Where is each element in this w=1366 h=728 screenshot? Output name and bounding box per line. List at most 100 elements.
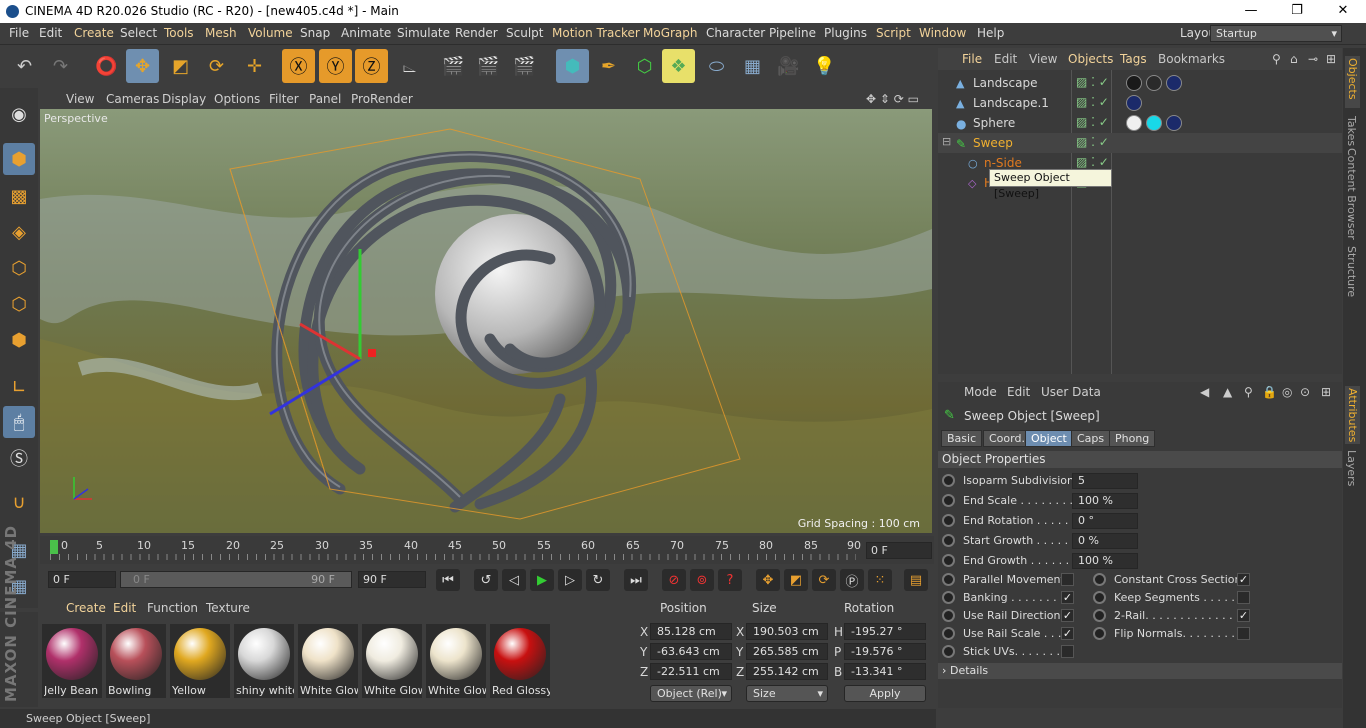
- home-icon[interactable]: ⌂: [1290, 52, 1298, 66]
- menu-plugins[interactable]: Plugins: [824, 26, 867, 40]
- tweak-mode-icon[interactable]: 🖱: [3, 406, 35, 438]
- size-y-field[interactable]: 265.585 cm: [746, 643, 828, 660]
- search-icon[interactable]: ⚲: [1272, 52, 1281, 66]
- current-frame-field[interactable]: 0 F: [866, 542, 932, 559]
- size-mode-select[interactable]: Size ▾: [746, 685, 828, 702]
- visibility-check-icon[interactable]: ▨ ⁚ ✓: [1076, 115, 1109, 129]
- polygons-mode-icon[interactable]: ⬢: [3, 324, 35, 356]
- y-axis-lock-icon[interactable]: Ⓨ: [319, 49, 352, 83]
- tab-content-browser[interactable]: Content Browser: [1345, 148, 1358, 240]
- animate-radio-icon[interactable]: [942, 573, 955, 586]
- animate-radio-icon[interactable]: [1093, 627, 1106, 640]
- material-menu-create[interactable]: Create: [66, 601, 106, 615]
- previous-key-icon[interactable]: ↺: [474, 569, 498, 591]
- axis-mode-icon[interactable]: ∟: [3, 371, 35, 403]
- position-y-field[interactable]: -63.643 cm: [650, 643, 732, 660]
- visibility-check-icon[interactable]: ▨ ⁚ ✓: [1076, 95, 1109, 109]
- material-swatch[interactable]: White Glow: [426, 624, 486, 698]
- redo-icon[interactable]: ↷: [44, 49, 77, 83]
- model-mode-icon[interactable]: ⬢: [3, 143, 35, 175]
- viewport-nav-icon[interactable]: ✥ ⇕ ⟳ ▭: [866, 92, 919, 106]
- parallel-movement-checkbox[interactable]: [1061, 573, 1074, 586]
- objects-menu-file[interactable]: File: [962, 52, 982, 66]
- objects-menu-view[interactable]: View: [1029, 52, 1057, 66]
- size-z-field[interactable]: 255.142 cm: [746, 663, 828, 680]
- lock-icon[interactable]: 🔒: [1262, 385, 1277, 399]
- snapping-icon[interactable]: Ⓢ: [3, 442, 35, 474]
- tab-coord[interactable]: Coord.: [983, 430, 1031, 447]
- go-to-end-icon[interactable]: ⏭: [624, 569, 648, 591]
- position-x-field[interactable]: 85.128 cm: [650, 623, 732, 640]
- end-growth-field[interactable]: 100 %: [1072, 553, 1138, 569]
- menu-snap[interactable]: Snap: [300, 26, 330, 40]
- tab-phong[interactable]: Phong: [1109, 430, 1156, 447]
- start-growth-field[interactable]: 0 %: [1072, 533, 1138, 549]
- tab-takes[interactable]: Takes: [1345, 116, 1358, 146]
- menu-window[interactable]: Window: [919, 26, 966, 40]
- use-rail-scale-checkbox[interactable]: ✓: [1061, 627, 1074, 640]
- z-axis-lock-icon[interactable]: Ⓩ: [355, 49, 388, 83]
- texture-mode-icon[interactable]: ▩: [3, 180, 35, 212]
- floor-icon[interactable]: ▦: [736, 49, 769, 83]
- workplane-icon[interactable]: ◈: [3, 216, 35, 248]
- menu-edit[interactable]: Edit: [39, 26, 62, 40]
- material-tag-icon[interactable]: [1126, 75, 1142, 91]
- menu-mograph[interactable]: MoGraph: [643, 26, 698, 40]
- playhead[interactable]: [50, 540, 58, 554]
- rotate-tool-icon[interactable]: ⟳: [200, 49, 233, 83]
- menu-script[interactable]: Script: [876, 26, 911, 40]
- flip-normals-checkbox[interactable]: [1237, 627, 1250, 640]
- next-frame-icon[interactable]: ▷: [558, 569, 582, 591]
- material-swatch[interactable]: Red Glossy: [490, 624, 550, 698]
- object-row-landscape[interactable]: ▲ Landscape ▨ ⁚ ✓: [938, 73, 1342, 93]
- viewport-menu-display[interactable]: Display: [162, 92, 206, 106]
- position-z-field[interactable]: -22.511 cm: [650, 663, 732, 680]
- cube-icon[interactable]: ⬢: [556, 49, 589, 83]
- points-mode-icon[interactable]: ⬡: [3, 252, 35, 284]
- key-rotation-icon[interactable]: ⟳: [812, 569, 836, 591]
- autokey-icon[interactable]: ⊚: [690, 569, 714, 591]
- attr-menu-mode[interactable]: Mode: [964, 385, 997, 399]
- new-panel-icon[interactable]: ⊞: [1326, 52, 1336, 66]
- object-row-landscape-1[interactable]: ▲ Landscape.1 ▨ ⁚ ✓: [938, 93, 1342, 113]
- material-tag-icon[interactable]: [1146, 75, 1162, 91]
- end-scale-field[interactable]: 100 %: [1072, 493, 1138, 509]
- recent-tool-icon[interactable]: ✛: [238, 49, 271, 83]
- undo-icon[interactable]: ↶: [8, 49, 41, 83]
- edges-mode-icon[interactable]: ⬡: [3, 288, 35, 320]
- objects-menu-bookmarks[interactable]: Bookmarks: [1158, 52, 1225, 66]
- rotation-h-field[interactable]: -195.27 °: [844, 623, 926, 640]
- go-to-start-icon[interactable]: ⏮: [436, 569, 460, 591]
- pen-spline-icon[interactable]: ✒: [592, 49, 625, 83]
- key-point-level-icon[interactable]: ⁙: [868, 569, 892, 591]
- tab-attributes[interactable]: Attributes: [1345, 386, 1360, 444]
- record-active-icon[interactable]: ⊘: [662, 569, 686, 591]
- visibility-check-icon[interactable]: ▨ ⁚ ✓: [1076, 155, 1109, 169]
- attr-menu-user-data[interactable]: User Data: [1041, 385, 1101, 399]
- collapse-icon[interactable]: ⊟: [942, 135, 951, 148]
- minimize-button[interactable]: —: [1228, 0, 1274, 23]
- scale-tool-icon[interactable]: ◩: [164, 49, 197, 83]
- menu-tools[interactable]: Tools: [164, 26, 194, 40]
- make-editable-icon[interactable]: ◉: [3, 98, 35, 130]
- next-key-icon[interactable]: ↻: [586, 569, 610, 591]
- apply-button[interactable]: Apply: [844, 685, 926, 702]
- menu-character[interactable]: Character: [706, 26, 765, 40]
- viewport-menu-cameras[interactable]: Cameras: [106, 92, 159, 106]
- stick-uvs-checkbox[interactable]: [1061, 645, 1074, 658]
- object-row-sphere[interactable]: ● Sphere ▨ ⁚ ✓: [938, 113, 1342, 133]
- material-swatch[interactable]: Jelly Bean 2: [42, 624, 102, 698]
- render-settings-icon[interactable]: 🎬: [508, 49, 541, 83]
- tab-object[interactable]: Object: [1025, 430, 1073, 447]
- use-rail-direction-checkbox[interactable]: ✓: [1061, 609, 1074, 622]
- attr-menu-edit[interactable]: Edit: [1007, 385, 1030, 399]
- timeline[interactable]: 0 5 10 15 20 25 30 35 40 45 50 55 60 65 …: [40, 536, 934, 564]
- target-icon[interactable]: ◎: [1282, 385, 1292, 399]
- isoparm-subdivision-field[interactable]: 5: [1072, 473, 1138, 489]
- coordinate-system-icon[interactable]: ⌳: [393, 49, 426, 83]
- material-swatch[interactable]: Bowling: [106, 624, 166, 698]
- x-axis-lock-icon[interactable]: Ⓧ: [282, 49, 315, 83]
- animate-radio-icon[interactable]: [1093, 573, 1106, 586]
- render-view-icon[interactable]: 🎬: [437, 49, 470, 83]
- tab-basic[interactable]: Basic: [941, 430, 983, 447]
